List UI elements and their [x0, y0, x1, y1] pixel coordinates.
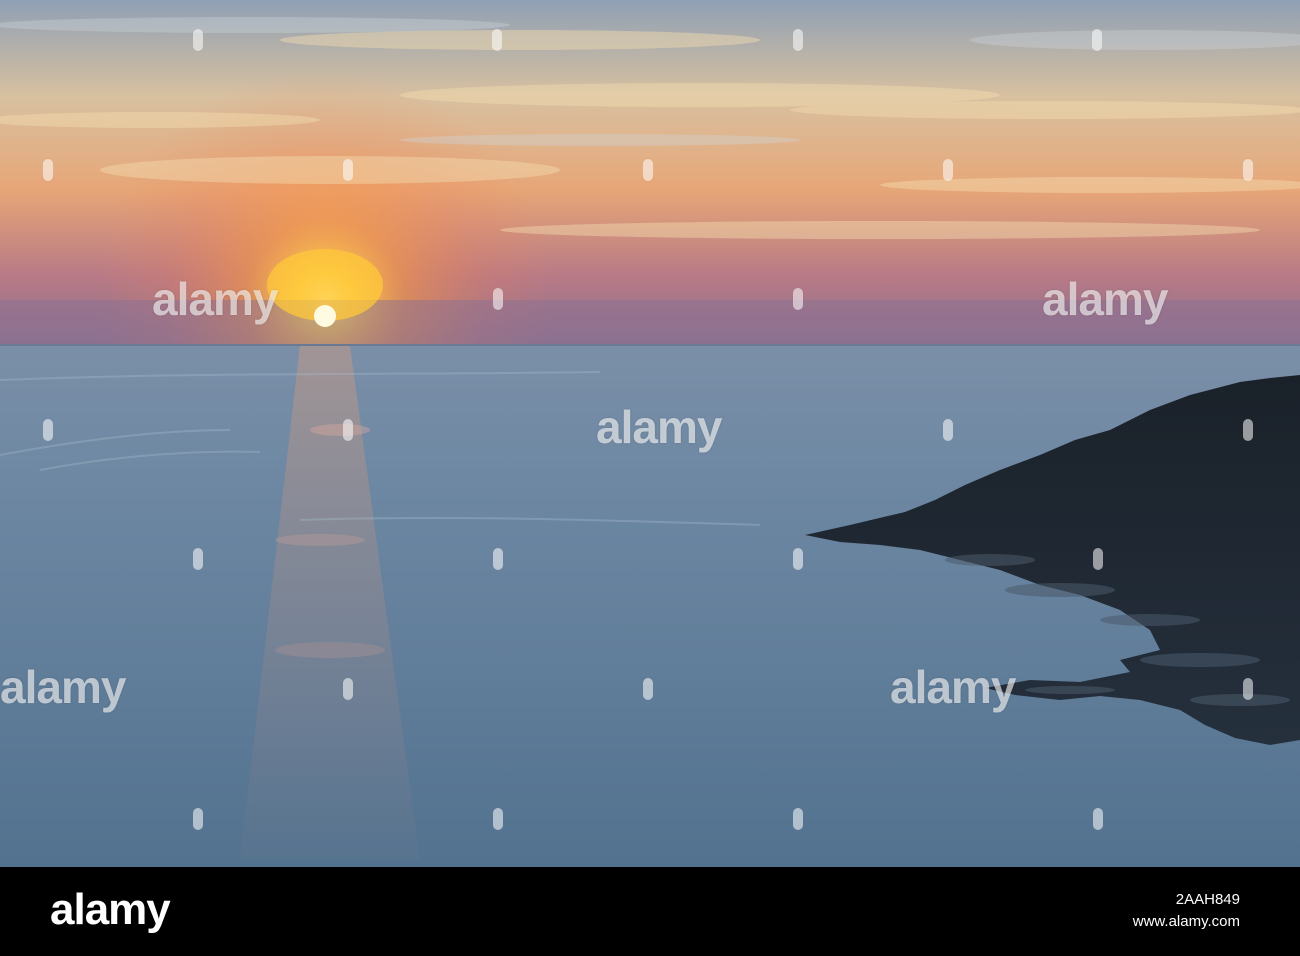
watermark-mark [1243, 678, 1253, 700]
watermark-mark [793, 29, 803, 51]
watermark: alamy [890, 661, 1016, 713]
watermark-mark [343, 419, 353, 441]
watermark-mark [1093, 808, 1103, 830]
watermark-mark [643, 159, 653, 181]
watermark-mark [193, 548, 203, 570]
image-info: 2AAH849 www.alamy.com [1133, 889, 1240, 933]
watermark: alamy [1042, 273, 1168, 325]
stock-footer-bar: alamy 2AAH849 www.alamy.com [0, 867, 1300, 956]
watermark-mark [343, 678, 353, 700]
sunset-sea-photo: alamy alamy alamy alamy alamy [0, 0, 1300, 867]
watermark-mark [492, 29, 502, 51]
watermark-mark [1243, 159, 1253, 181]
alamy-logo: alamy [50, 885, 171, 934]
watermark-mark [43, 159, 53, 181]
watermark-mark [43, 419, 53, 441]
watermark-mark [943, 419, 953, 441]
watermark-mark [793, 288, 803, 310]
watermark-mark [1243, 419, 1253, 441]
watermark-mark [793, 808, 803, 830]
watermark-mark [493, 548, 503, 570]
sun [314, 305, 336, 327]
watermark: alamy [0, 661, 126, 713]
watermark: alamy [596, 401, 722, 453]
watermark-mark [343, 159, 353, 181]
watermark-mark [193, 808, 203, 830]
watermark-mark [643, 678, 653, 700]
site-url[interactable]: www.alamy.com [1133, 911, 1240, 933]
image-id: 2AAH849 [1175, 891, 1240, 908]
watermark-mark [493, 808, 503, 830]
watermark-mark [943, 159, 953, 181]
watermark-mark [193, 29, 203, 51]
watermark: alamy [152, 273, 278, 325]
watermark-mark [493, 288, 503, 310]
watermark-mark [1093, 548, 1103, 570]
watermark-mark [1092, 29, 1102, 51]
watermark-mark [793, 548, 803, 570]
